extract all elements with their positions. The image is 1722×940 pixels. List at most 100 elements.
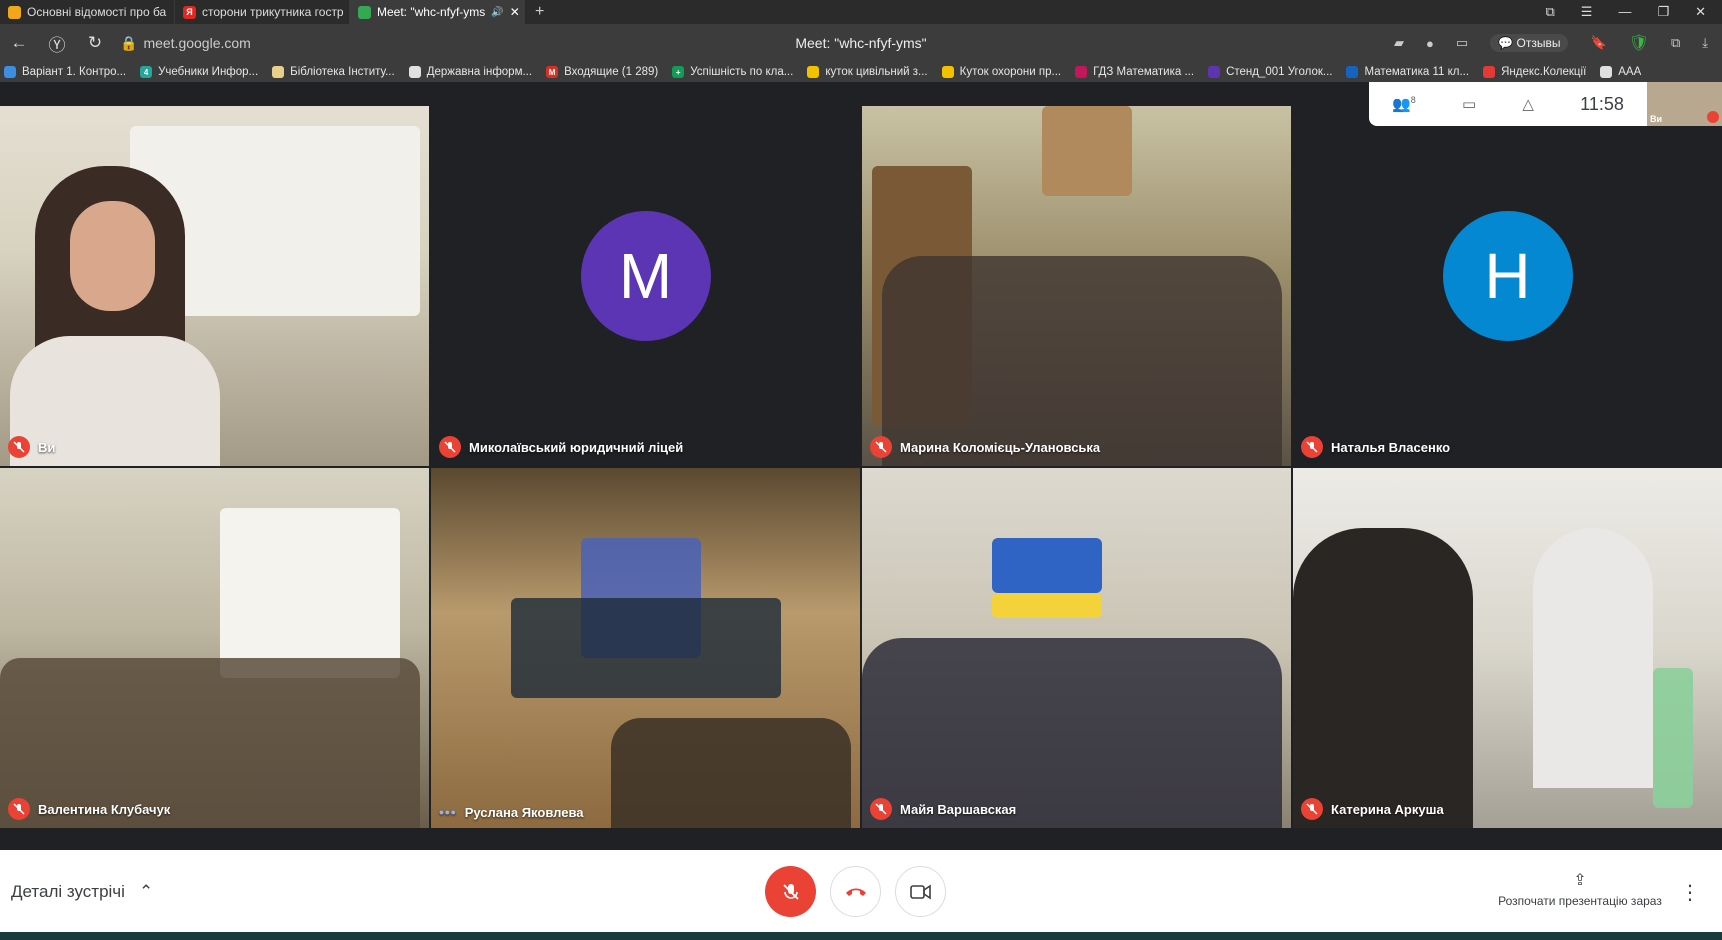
participant-label: Наталья Власенко	[1301, 436, 1450, 458]
reload-icon[interactable]: ↻	[76, 33, 114, 53]
bookmark-item[interactable]: Математика 11 кл...	[1346, 66, 1469, 78]
meet-favicon-icon	[358, 5, 371, 19]
bookmark-favicon-icon	[1600, 66, 1613, 78]
bookmark-favicon-icon: 4	[140, 66, 153, 78]
tab-2-meet[interactable]: Meet: "whc-nfyf-yms 🔊 ✕	[350, 0, 525, 24]
lock-icon: 🔒	[120, 34, 138, 51]
participant-tile-natalia[interactable]: Н Наталья Власенко	[1293, 106, 1722, 466]
camera-indicator-icon[interactable]: ▰	[1394, 35, 1404, 51]
os-taskbar	[0, 932, 1722, 940]
minimize-button[interactable]: —	[1618, 4, 1631, 20]
mic-indicator-icon[interactable]: ●	[1426, 36, 1434, 51]
bookmark-favicon-icon	[1346, 66, 1359, 78]
present-icon: ⇪	[1573, 872, 1587, 889]
chat-indicator-icon[interactable]: ▭	[1456, 35, 1468, 51]
participant-tile-maryna[interactable]: Марина Коломієць-Улановська	[862, 106, 1291, 466]
activities-icon[interactable]: △	[1522, 95, 1534, 113]
participant-name: Валентина Клубачук	[38, 801, 171, 817]
bookmark-item[interactable]: 4 Учебники Инфор...	[140, 66, 258, 78]
menu-icon[interactable]: ☰	[1581, 4, 1593, 20]
protect-shield-icon[interactable]: 🛡	[1629, 33, 1649, 53]
mic-off-icon	[8, 436, 30, 458]
bookmark-favicon-icon	[408, 66, 421, 78]
mic-off-icon	[782, 883, 799, 900]
mic-toggle-button[interactable]	[765, 866, 816, 917]
extensions-icon[interactable]: ⧉	[1671, 35, 1680, 51]
feedback-label: Отзывы	[1516, 36, 1561, 50]
bookmark-item[interactable]: Державна інформ...	[408, 66, 532, 78]
url-text: meet.google.com	[143, 35, 251, 51]
bookmark-label: ГДЗ Математика ...	[1093, 66, 1195, 78]
participant-tile-maya[interactable]: Майя Варшавская	[862, 468, 1291, 828]
call-controls	[765, 866, 946, 917]
bookmarks-bar: Варіант 1. Контро... 4 Учебники Инфор... …	[0, 62, 1722, 82]
bookmark-label: куток цивільний з...	[825, 66, 928, 78]
back-arrow-icon[interactable]: ←	[0, 33, 38, 53]
bookmark-item[interactable]: Варіант 1. Контро...	[4, 66, 126, 78]
bookmark-icon[interactable]: 🔖	[1590, 35, 1606, 51]
participant-tile-valentyna[interactable]: Валентина Клубачук	[0, 468, 429, 828]
bookmark-item[interactable]: Яндекс.Колекції	[1483, 66, 1586, 78]
speaker-icon[interactable]: 🔊	[491, 7, 503, 18]
participant-name: Марина Коломієць-Улановська	[900, 439, 1101, 455]
bookmark-label: AAA	[1618, 66, 1642, 78]
folder-icon	[272, 66, 285, 78]
bookmark-label: Куток охорони пр...	[959, 66, 1062, 78]
tab-favicon-icon	[8, 5, 21, 19]
more-options-icon[interactable]: ⋮	[1680, 880, 1700, 905]
download-icon[interactable]: ⤓	[1702, 35, 1708, 51]
feedback-button[interactable]: 💬 Отзывы	[1490, 34, 1569, 52]
people-count: 8	[1410, 95, 1416, 105]
participant-tile-self[interactable]: Ви	[0, 106, 429, 466]
participant-tile-ruslana[interactable]: ••• Руслана Яковлева	[431, 468, 860, 828]
yandex-collections-icon	[1483, 66, 1496, 78]
bookmark-favicon-icon	[4, 66, 16, 78]
bookmark-label: Учебники Инфор...	[158, 66, 259, 78]
bookmark-item[interactable]: куток цивільний з...	[807, 66, 928, 78]
students-silhouette	[882, 256, 1282, 466]
participant-tile-kateryna[interactable]: Катерина Аркуша	[1293, 468, 1722, 828]
people-button[interactable]: 👥8	[1392, 95, 1416, 113]
self-preview[interactable]: Ви	[1647, 82, 1722, 126]
bookmark-favicon-icon	[807, 66, 820, 78]
bookmark-item[interactable]: Стенд_001 Уголок...	[1208, 66, 1332, 78]
close-tab-icon[interactable]: ✕	[510, 5, 520, 19]
participant-name: Наталья Власенко	[1331, 439, 1451, 455]
yandex-home-icon[interactable]: Ⓨ	[38, 31, 76, 56]
mic-off-icon	[1301, 436, 1323, 458]
collections-icon[interactable]: ⧉	[1545, 4, 1554, 20]
bookmark-item[interactable]: Куток охорони пр...	[941, 66, 1062, 78]
participant-name: Катерина Аркуша	[1331, 801, 1444, 817]
window-controls: ⧉ ☰ — ❐ ✕	[1545, 4, 1722, 20]
new-tab-button[interactable]: +	[525, 3, 554, 21]
meet-top-panel: 👥8 ▭ △ 11:58	[1369, 82, 1647, 126]
close-window-button[interactable]: ✕	[1695, 4, 1706, 20]
restore-button[interactable]: ❐	[1657, 4, 1669, 20]
leave-call-button[interactable]	[830, 866, 881, 917]
meeting-details-label: Деталі зустрічі	[11, 882, 125, 901]
meet-bottom-bar: Деталі зустрічі ⌃ ⇪ Розпочати презентаці…	[0, 850, 1722, 932]
meeting-details-button[interactable]: Деталі зустрічі ⌃	[11, 882, 153, 902]
participant-label: Майя Варшавская	[870, 798, 1016, 820]
bookmark-item[interactable]: Бібліотека Інститу...	[272, 66, 395, 78]
url-field[interactable]: 🔒 meet.google.com	[114, 35, 251, 52]
avatar: M	[580, 211, 711, 341]
camera-toggle-button[interactable]	[895, 866, 946, 917]
chat-icon[interactable]: ▭	[1462, 95, 1476, 113]
tab-0[interactable]: Основні відомості про ба	[0, 0, 175, 24]
bottle-shape	[1653, 668, 1693, 808]
yandex-favicon-icon: Я	[183, 5, 196, 19]
bookmark-item[interactable]: AAA	[1600, 66, 1641, 78]
bookmark-label: Варіант 1. Контро...	[22, 66, 127, 78]
bookmark-item[interactable]: M Входящие (1 289)	[546, 66, 658, 78]
bookmark-item[interactable]: + Успішність по кла...	[672, 66, 793, 78]
participant-tile-mykolaiv-lyceum[interactable]: M Миколаївський юридичний ліцей	[431, 106, 860, 466]
bookmark-item[interactable]: ГДЗ Математика ...	[1075, 66, 1194, 78]
browser-tab-strip: Основні відомості про ба Я сторони трику…	[0, 0, 1722, 24]
mic-off-icon	[1301, 798, 1323, 820]
tab-1[interactable]: Я сторони трикутника гостр	[175, 0, 350, 24]
tab-title: Meet: "whc-nfyf-yms	[377, 5, 486, 19]
participant-label: ••• Руслана Яковлева	[439, 804, 584, 820]
speaking-indicator-icon: •••	[439, 804, 457, 820]
present-now-button[interactable]: ⇪ Розпочати презентацію зараз	[1490, 870, 1670, 908]
